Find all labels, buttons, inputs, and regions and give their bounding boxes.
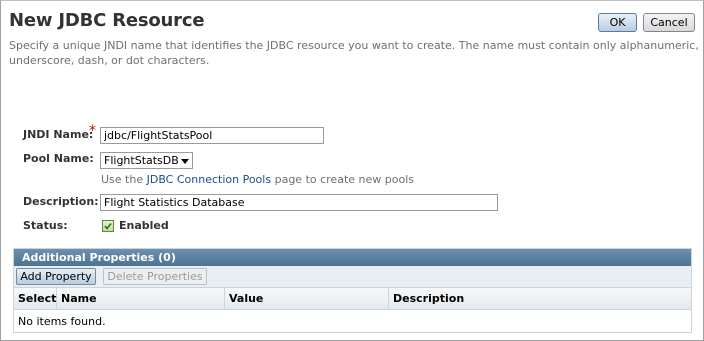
pool-name-label: Pool Name: (23, 152, 94, 165)
pool-name-value: FlightStatsDB (104, 154, 179, 167)
description-label: Description: (23, 195, 99, 208)
chevron-down-icon (180, 156, 190, 166)
jndi-name-input[interactable] (100, 127, 324, 144)
page-title: New JDBC Resource (9, 10, 205, 31)
column-header-value[interactable]: Value (225, 288, 389, 310)
required-marker: * (89, 123, 96, 139)
pool-name-select[interactable]: FlightStatsDB (100, 152, 193, 169)
status-value: Enabled (119, 219, 169, 232)
jdbc-connection-pools-link[interactable]: JDBC Connection Pools (147, 173, 271, 186)
properties-toolbar: Add Property Delete Properties (14, 266, 691, 288)
ok-button[interactable]: OK (598, 13, 637, 32)
check-icon (104, 223, 112, 230)
pool-hint-suffix: page to create new pools (274, 173, 414, 186)
status-label: Status: (23, 219, 68, 232)
column-header-description[interactable]: Description (389, 288, 691, 310)
delete-properties-button[interactable]: Delete Properties (103, 268, 207, 285)
additional-properties-panel: Additional Properties (0) Add Property D… (13, 248, 692, 333)
column-header-select[interactable]: Select (14, 288, 57, 310)
enabled-checkbox[interactable] (102, 220, 114, 232)
jndi-name-label: JNDI Name: (23, 128, 94, 141)
cancel-button[interactable]: Cancel (643, 13, 695, 32)
page-description: Specify a unique JNDI name that identifi… (9, 39, 699, 67)
column-header-name[interactable]: Name (57, 288, 225, 310)
add-property-button[interactable]: Add Property (16, 268, 96, 285)
empty-table-message: No items found. (18, 315, 106, 328)
pool-hint: Use the JDBC Connection Pools page to cr… (101, 173, 414, 186)
description-input[interactable] (100, 194, 498, 211)
pool-hint-prefix: Use the (101, 173, 144, 186)
additional-properties-heading: Additional Properties (0) (14, 249, 691, 266)
